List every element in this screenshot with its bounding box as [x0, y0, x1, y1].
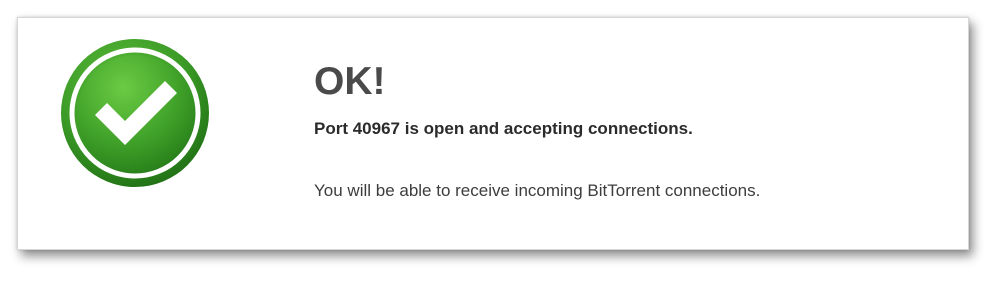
result-text-block: OK! Port 40967 is open and accepting con… [314, 54, 934, 202]
connection-detail-message: You will be able to receive incoming Bit… [314, 181, 761, 200]
checkmark-success-icon [59, 37, 211, 189]
result-title: OK! [314, 60, 386, 103]
screenshot-stage: OK! Port 40967 is open and accepting con… [0, 0, 1000, 282]
port-check-result-card: OK! Port 40967 is open and accepting con… [17, 17, 969, 250]
port-status-message: Port 40967 is open and accepting connect… [314, 119, 693, 138]
